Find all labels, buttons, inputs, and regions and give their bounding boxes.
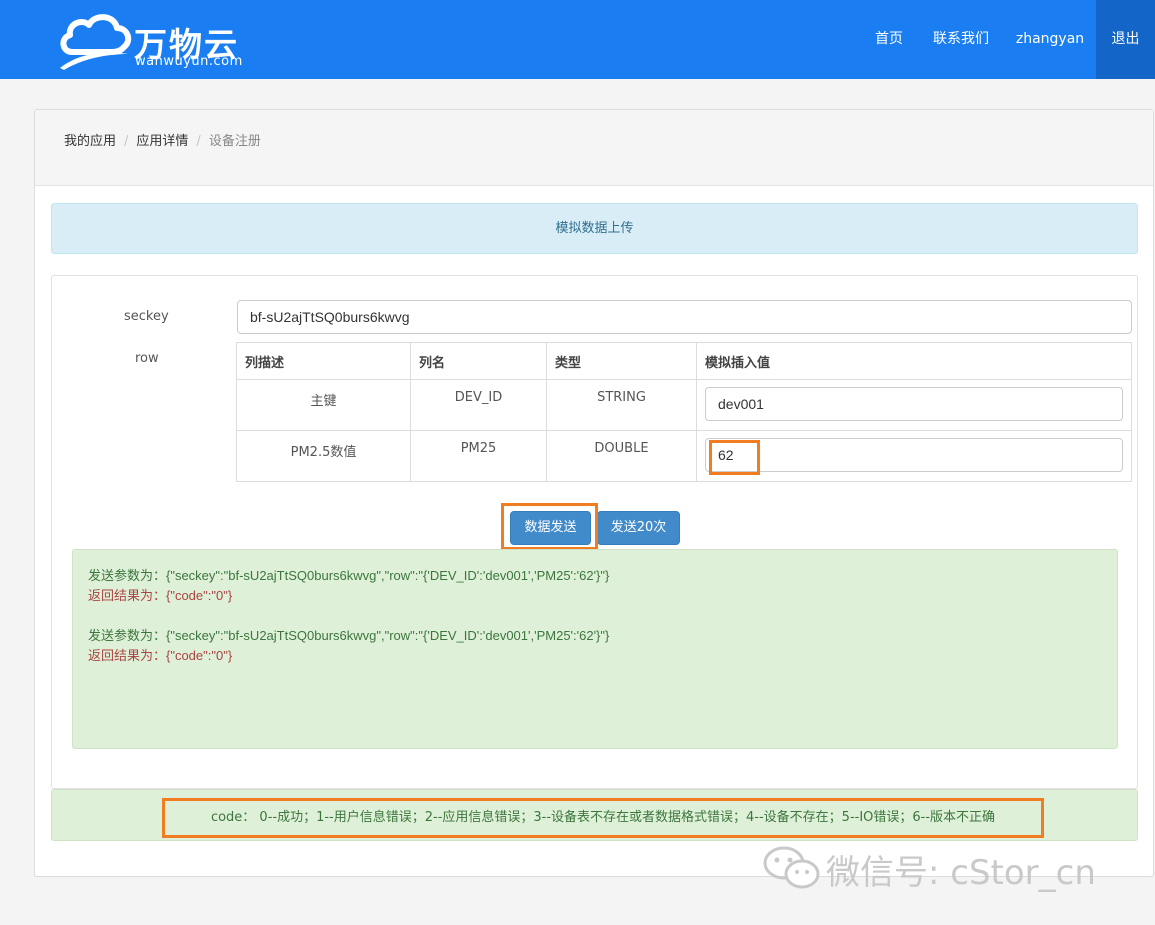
brand-domain: wanwuyun.com [135,54,243,69]
cell-value [696,379,1132,431]
cell-type: STRING [546,379,697,431]
breadcrumb-separator: / [196,134,201,149]
nav-contact-link[interactable]: 联系我们 [921,0,1001,79]
column-header-desc: 列描述 [236,342,411,380]
simulate-form: seckey row 列描述 列名 类型 模拟插入值 主键 DEV_ID STR… [51,275,1138,789]
pm25-value-input[interactable] [705,438,1123,472]
column-header-value: 模拟插入值 [696,342,1132,380]
cell-desc: 主键 [236,379,411,431]
row-table: 列描述 列名 类型 模拟插入值 主键 DEV_ID STRING PM2.5数值 [236,342,1132,482]
seckey-input[interactable] [237,300,1132,334]
seckey-label: seckey [124,309,169,324]
breadcrumb-bar: 我的应用 / 应用详情 / 设备注册 [35,110,1153,186]
send-button-highlight-box [501,503,598,550]
breadcrumb: 我的应用 / 应用详情 / 设备注册 [64,130,261,149]
dev-id-value-input[interactable] [705,387,1123,421]
wechat-icon [763,846,820,889]
log-request-line: 发送参数为：{"seckey":"bf-sU2ajTtSQ0burs6kwvg"… [88,628,610,643]
column-header-type: 类型 [546,342,697,380]
log-result-line: 返回结果为：{"code":"0"} [88,588,233,603]
table-row: PM2.5数值 PM25 DOUBLE [236,430,1132,482]
brand-logo[interactable]: 万物云 wanwuyun.com [58,10,258,72]
value-highlight-box [709,440,760,475]
panel-title: 模拟数据上传 [51,203,1138,254]
nav-home-link[interactable]: 首页 [862,0,916,79]
wechat-watermark: 微信号: cStor_cn [762,843,1122,893]
nav-user-link[interactable]: zhangyan [1006,0,1094,79]
column-header-name: 列名 [410,342,547,380]
row-label: row [135,351,159,366]
watermark-text: 微信号: cStor_cn [826,853,1096,893]
cell-name: PM25 [410,430,547,482]
logout-button[interactable]: 退出 [1096,0,1155,79]
code-legend: code： 0--成功；1--用户信息错误；2--应用信息错误；3--设备表不存… [162,798,1044,838]
cell-name: DEV_ID [410,379,547,431]
main-panel: 我的应用 / 应用详情 / 设备注册 模拟数据上传 seckey row 列描述 列名 … [34,109,1154,877]
send-log: 发送参数为：{"seckey":"bf-sU2ajTtSQ0burs6kwvg"… [72,549,1118,749]
log-result-line: 返回结果为：{"code":"0"} [88,648,233,663]
cell-desc: PM2.5数值 [236,430,411,482]
breadcrumb-my-apps[interactable]: 我的应用 [64,130,116,149]
cell-value [696,430,1132,482]
breadcrumb-app-detail[interactable]: 应用详情 [136,130,188,149]
table-row: 主键 DEV_ID STRING [236,379,1132,431]
breadcrumb-separator: / [124,134,129,149]
send-20-times-button[interactable]: 发送20次 [597,511,680,545]
breadcrumb-current: 设备注册 [208,134,261,149]
code-legend-box: code： 0--成功；1--用户信息错误；2--应用信息错误；3--设备表不存… [51,789,1138,841]
cell-type: DOUBLE [546,430,697,482]
table-header-row: 列描述 列名 类型 模拟插入值 [236,342,1132,380]
top-navbar: 万物云 wanwuyun.com 首页 联系我们 zhangyan 退出 [0,0,1155,79]
log-request-line: 发送参数为：{"seckey":"bf-sU2ajTtSQ0burs6kwvg"… [88,568,610,583]
cloud-logo-icon [60,14,132,70]
